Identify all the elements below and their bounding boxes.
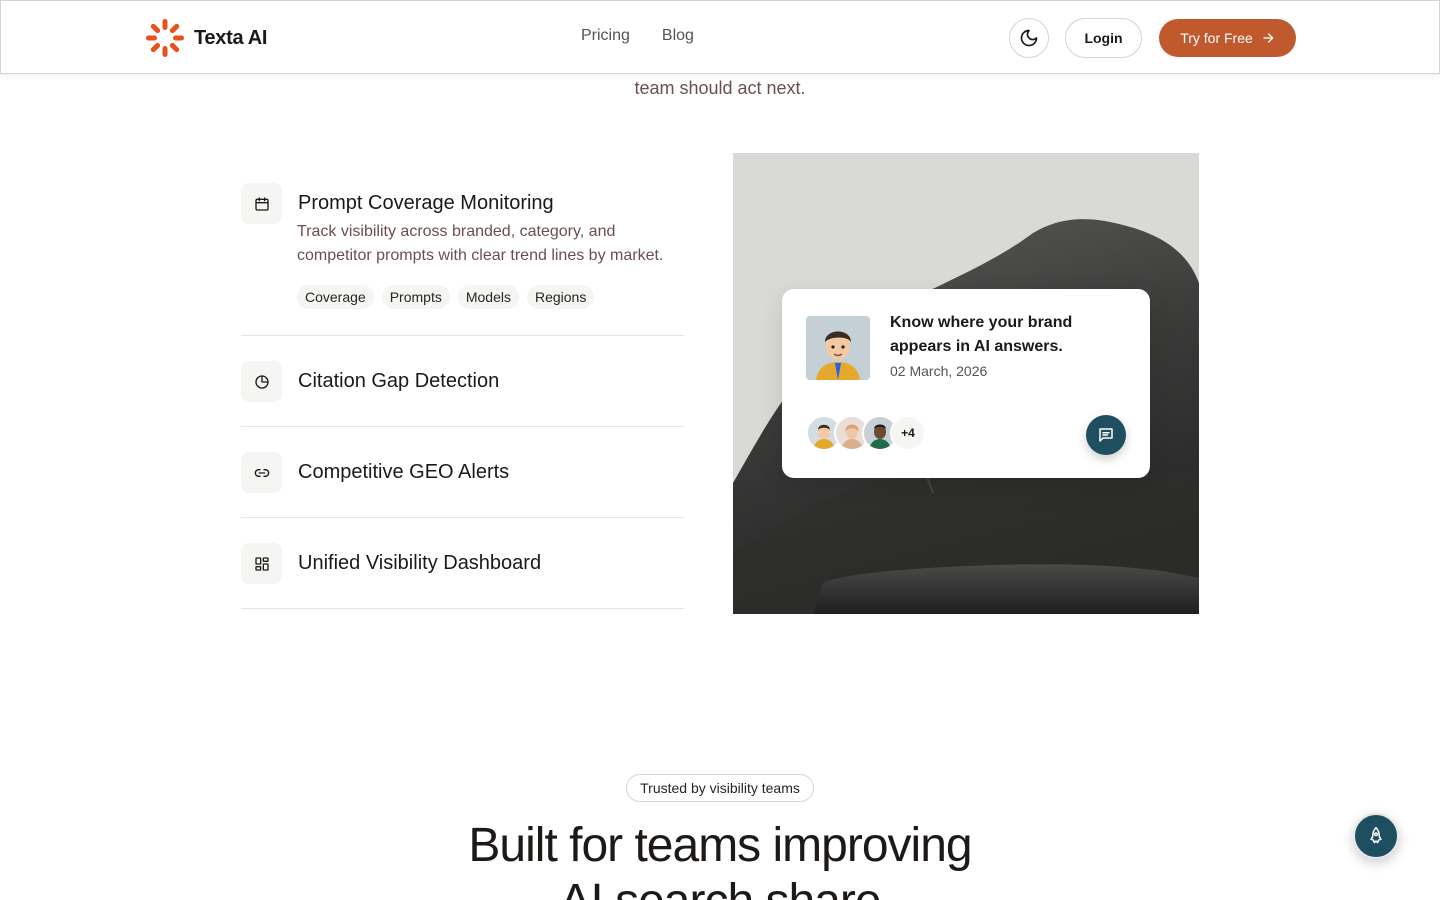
sunburst-logo-icon	[146, 19, 184, 57]
feature-item-competitive-geo[interactable]: Competitive GEO Alerts	[241, 427, 684, 518]
avatar-stack: +4	[806, 415, 926, 451]
page: Texta AI Pricing Blog Login Try for Free…	[0, 0, 1440, 900]
feature-accordion: Prompt Coverage Monitoring Track visibil…	[241, 153, 684, 609]
login-button[interactable]: Login	[1065, 18, 1142, 58]
card-avatar	[806, 316, 870, 380]
theme-toggle-button[interactable]	[1009, 18, 1049, 58]
tag-coverage: Coverage	[297, 285, 374, 309]
link-icon	[254, 468, 269, 477]
feature-tags: Coverage Prompts Models Regions	[297, 285, 684, 309]
feature-title: Unified Visibility Dashboard	[298, 552, 542, 574]
feature-icon-box	[241, 361, 282, 402]
main-nav: Pricing Blog	[581, 27, 694, 45]
section-heading: Built for teams improving AI search shar…	[0, 818, 1440, 900]
tag-regions: Regions	[526, 285, 595, 309]
calendar-icon	[254, 196, 269, 211]
tag-prompts: Prompts	[381, 285, 450, 309]
moon-icon	[1020, 29, 1038, 47]
nav-link-blog[interactable]: Blog	[662, 27, 694, 45]
brand-logo[interactable]: Texta AI	[144, 17, 267, 59]
section-heading-line1: Built for teams improving	[468, 819, 972, 872]
try-for-free-label: Try for Free	[1180, 30, 1253, 46]
nav-link-pricing[interactable]: Pricing	[581, 27, 630, 45]
arrow-right-icon	[1263, 33, 1274, 43]
feature-item-citation-gap[interactable]: Citation Gap Detection	[241, 336, 684, 427]
message-icon	[1099, 428, 1113, 442]
feature-item-prompt-coverage[interactable]: Prompt Coverage Monitoring Track visibil…	[241, 153, 684, 336]
tag-models: Models	[457, 285, 519, 309]
brand-visibility-card: Know where your brand appears in AI answ…	[782, 289, 1150, 478]
feature-item-unified-dashboard[interactable]: Unified Visibility Dashboard	[241, 518, 684, 609]
card-title: Know where your brand appears in AI answ…	[890, 314, 1073, 355]
feature-title: Citation Gap Detection	[298, 370, 500, 392]
trusted-badge: Trusted by visibility teams	[626, 774, 814, 802]
rocket-icon	[1370, 826, 1382, 844]
feature-description: Track visibility across branded, categor…	[297, 223, 664, 264]
pie-chart-icon	[254, 374, 269, 389]
more-avatars-count: +4	[890, 415, 926, 451]
card-date: 02 March, 2026	[890, 363, 988, 379]
feature-title: Competitive GEO Alerts	[298, 461, 510, 483]
dashboard-icon	[254, 556, 269, 571]
section-heading-line2: AI search share	[559, 875, 881, 900]
chat-button[interactable]	[1086, 415, 1126, 455]
person-avatar-icon	[806, 316, 870, 380]
try-for-free-button[interactable]: Try for Free	[1159, 19, 1296, 57]
site-header: Texta AI Pricing Blog Login Try for Free	[0, 0, 1440, 74]
section-intro-text: team should act next.	[634, 78, 806, 98]
feature-icon-box	[241, 183, 282, 224]
feature-icon-box	[241, 543, 282, 584]
floating-action-button[interactable]	[1353, 813, 1399, 859]
feature-icon-box	[241, 452, 282, 493]
brand-name: Texta AI	[194, 26, 268, 49]
feature-title: Prompt Coverage Monitoring	[298, 192, 554, 214]
